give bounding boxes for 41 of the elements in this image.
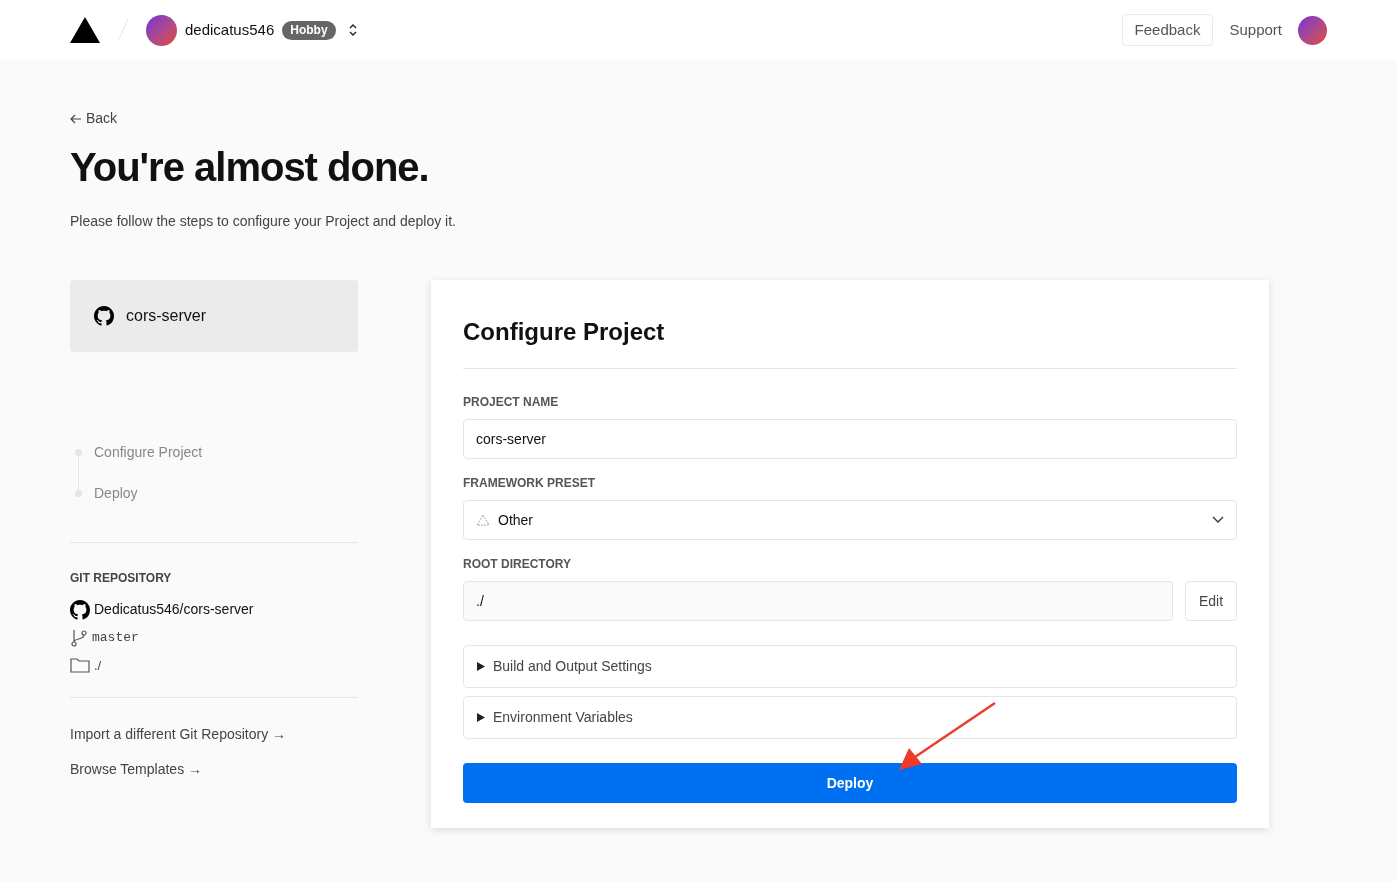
chevron-down-icon [1212,516,1224,524]
card-title: Configure Project [463,314,1237,369]
framework-select[interactable]: Other [463,500,1237,540]
collapsible-section[interactable]: Build and Output Settings [463,645,1237,688]
branch-name: master [92,629,139,647]
triangle-icon [476,713,485,722]
triangle-logo[interactable] [70,17,100,43]
repo-name: cors-server [126,306,206,326]
arrow-left-icon [70,112,82,125]
text-link[interactable]: Import a different Git Repository → [70,724,358,745]
plan-badge: Hobby [282,20,336,40]
feedback-button[interactable]: Feedback [1121,14,1214,46]
avatar[interactable] [146,14,177,46]
branch-icon [70,628,88,647]
text-link[interactable]: Browse Templates → [70,759,358,780]
repo-path: Dedicatus546/cors-server [94,600,254,619]
folder-icon [70,657,90,674]
field-label: ROOT DIRECTORY [463,556,572,573]
triangle-icon [476,662,485,671]
field-label: FRAMEWORK PRESET [463,475,596,492]
chevron-up-down-icon[interactable] [347,22,358,38]
github-icon [94,306,114,326]
dotted-triangle-icon [476,514,490,526]
back-link[interactable]: Back [70,108,1327,129]
field-label: PROJECT NAME [463,394,560,411]
project-name-input[interactable]: cors-server [463,419,1237,459]
page-title: You're almost done. [70,144,430,191]
github-icon [70,599,90,620]
slash-divider-icon [116,17,130,43]
support-link[interactable]: Support [1229,18,1282,42]
avatar[interactable] [1298,15,1327,45]
edit-button[interactable]: Edit [1185,581,1237,621]
step-label: Configure Project [94,443,203,462]
step-label: Deploy [94,484,138,503]
team-name[interactable]: dedicatus546 [185,18,275,42]
collapsible-section[interactable]: Environment Variables [463,696,1237,739]
section-heading: GIT REPOSITORY [70,570,173,587]
root-directory-input[interactable]: ./ [463,581,1173,621]
deploy-button[interactable]: Deploy [463,763,1237,803]
directory-path: ./ [94,656,102,675]
page-subtitle: Please follow the steps to configure your Project and deploy it. [70,212,457,231]
